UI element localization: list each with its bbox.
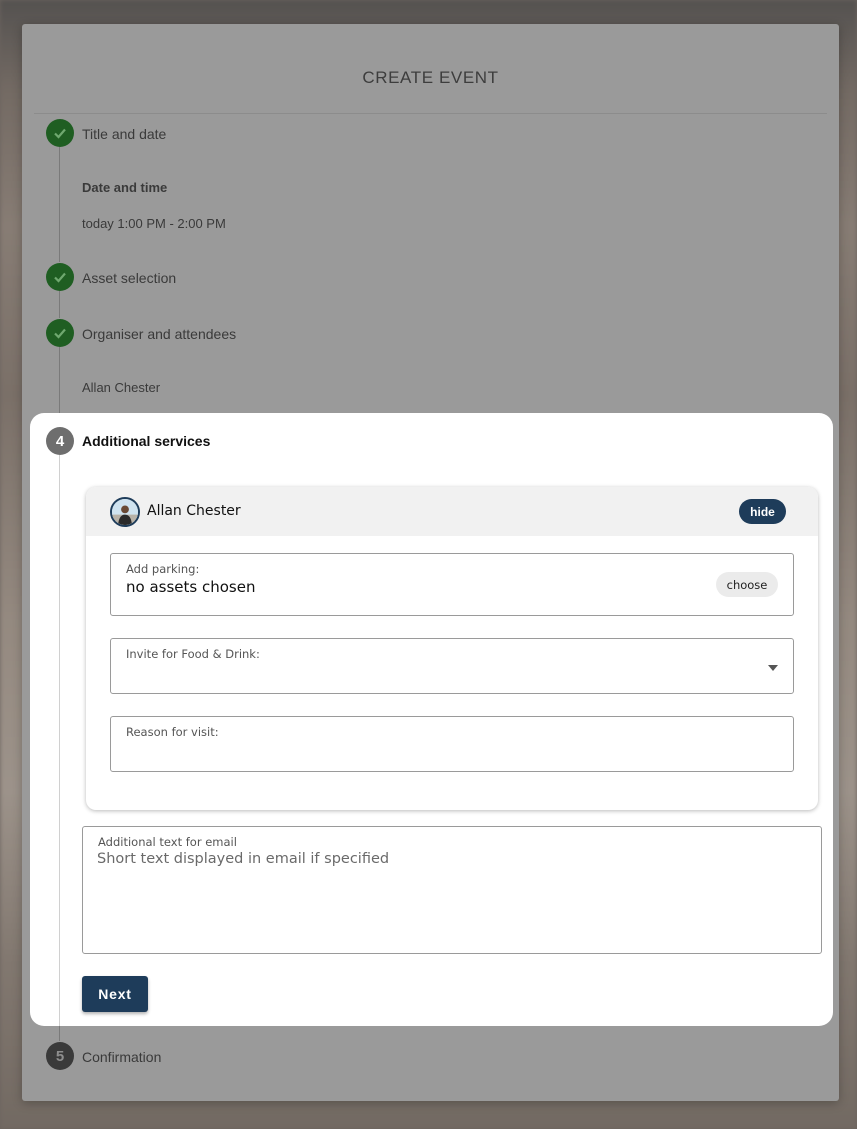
stepper-connector: [59, 147, 60, 262]
step-1-check-icon: [46, 119, 74, 147]
step-5-label[interactable]: Confirmation: [82, 1049, 161, 1065]
next-button[interactable]: Next: [82, 976, 148, 1012]
organiser-name: Allan Chester: [82, 380, 161, 395]
email-text-input[interactable]: [97, 851, 811, 943]
parking-value: no assets chosen: [126, 578, 256, 596]
step-4-label[interactable]: Additional services: [82, 433, 210, 449]
parking-label: Add parking:: [126, 562, 200, 576]
stepper-connector-active: [59, 455, 60, 1026]
divider: [34, 113, 827, 114]
page-title: CREATE EVENT: [362, 68, 499, 87]
step-2-label[interactable]: Asset selection: [82, 270, 176, 286]
step-3-label[interactable]: Organiser and attendees: [82, 326, 236, 342]
reason-label: Reason for visit:: [126, 725, 219, 739]
hide-button[interactable]: hide: [739, 499, 786, 524]
date-time-value: today 1:00 PM - 2:00 PM: [82, 216, 226, 231]
step-3-check-icon: [46, 319, 74, 347]
chevron-down-icon[interactable]: [768, 665, 778, 671]
email-text-label: Additional text for email: [98, 835, 237, 849]
food-drink-label: Invite for Food & Drink:: [126, 647, 260, 661]
attendee-services-panel: Allan Chester hide Add parking: no asset…: [86, 487, 818, 810]
step-4-number-icon: 4: [46, 427, 74, 455]
step-5-number-icon: 5: [46, 1042, 74, 1070]
date-time-heading: Date and time: [82, 180, 168, 195]
reason-for-visit-field[interactable]: Reason for visit:: [110, 716, 794, 772]
choose-parking-button[interactable]: choose: [716, 572, 778, 597]
step-2-check-icon: [46, 263, 74, 291]
food-drink-select[interactable]: Invite for Food & Drink:: [110, 638, 794, 694]
attendee-name: Allan Chester: [147, 503, 241, 519]
stepper-connector: [59, 291, 60, 318]
step-1-label[interactable]: Title and date: [82, 126, 166, 142]
email-text-field[interactable]: Additional text for email: [82, 826, 822, 954]
attendee-header: Allan Chester hide: [86, 487, 818, 536]
parking-field[interactable]: Add parking: no assets chosen choose: [110, 553, 794, 616]
avatar: [110, 497, 140, 527]
